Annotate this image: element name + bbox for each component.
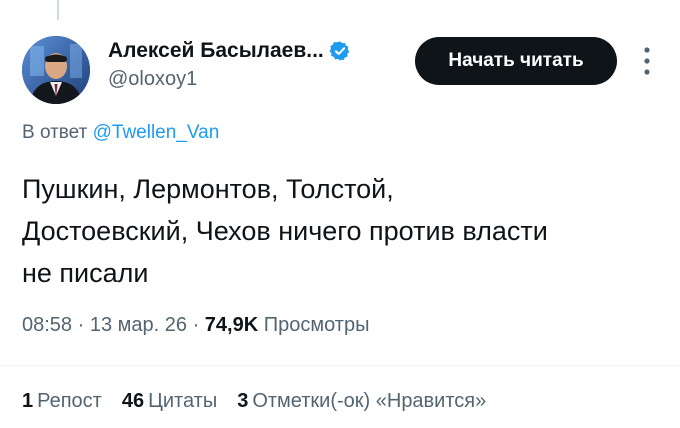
reposts-stat[interactable]: 1 Репост [22, 390, 102, 413]
meta-separator: · [192, 314, 205, 336]
tweet: Алексей Басылаев... @oloxoy1 Начать чита… [0, 0, 680, 428]
thread-connector-line [57, 0, 59, 20]
tweet-meta: 08:58 · 13 мар. 26 · 74,9K Просмотры [22, 314, 369, 337]
meta-separator: · [77, 314, 90, 336]
engagement-stats: 1 Репост 46 Цитаты 3 Отметки(-ок) «Нравится… [22, 390, 486, 413]
author-display-name[interactable]: Алексей Басылаев... [108, 39, 324, 63]
tweet-time[interactable]: 08:58 [22, 314, 72, 336]
divider [0, 365, 680, 366]
reply-mention-link[interactable]: @Twellen_Van [93, 122, 220, 143]
likes-stat[interactable]: 3 Отметки(-ок) «Нравится» [237, 390, 486, 413]
quotes-count: 46 [121, 390, 145, 412]
tweet-text: Пушкин, Лермонтов, Толстой, Достоевский,… [22, 174, 548, 288]
follow-button[interactable]: Начать читать [415, 37, 617, 85]
tweet-date[interactable]: 13 мар. 26 [90, 314, 187, 336]
views-count: 74,9K [204, 314, 259, 336]
quotes-label: Цитаты [148, 390, 218, 412]
avatar[interactable] [22, 36, 90, 104]
profile-photo-icon [22, 36, 90, 104]
quotes-stat[interactable]: 46 Цитаты [122, 390, 217, 413]
reply-prefix: В ответ [22, 122, 88, 143]
author-handle[interactable]: @oloxoy1 [108, 68, 351, 91]
reposts-count: 1 [22, 390, 34, 412]
name-row: Алексей Басылаев... [108, 36, 351, 66]
more-vertical-icon[interactable] [643, 46, 651, 76]
likes-count: 3 [237, 390, 249, 412]
author-info: Алексей Басылаев... @oloxoy1 [108, 36, 351, 91]
reposts-label: Репост [37, 390, 102, 412]
verified-badge-icon[interactable] [329, 40, 351, 62]
likes-label: Отметки(-ок) «Нравится» [252, 390, 487, 412]
reply-context: В ответ @Twellen_Van [22, 122, 219, 144]
views-label: Просмотры [263, 314, 370, 336]
